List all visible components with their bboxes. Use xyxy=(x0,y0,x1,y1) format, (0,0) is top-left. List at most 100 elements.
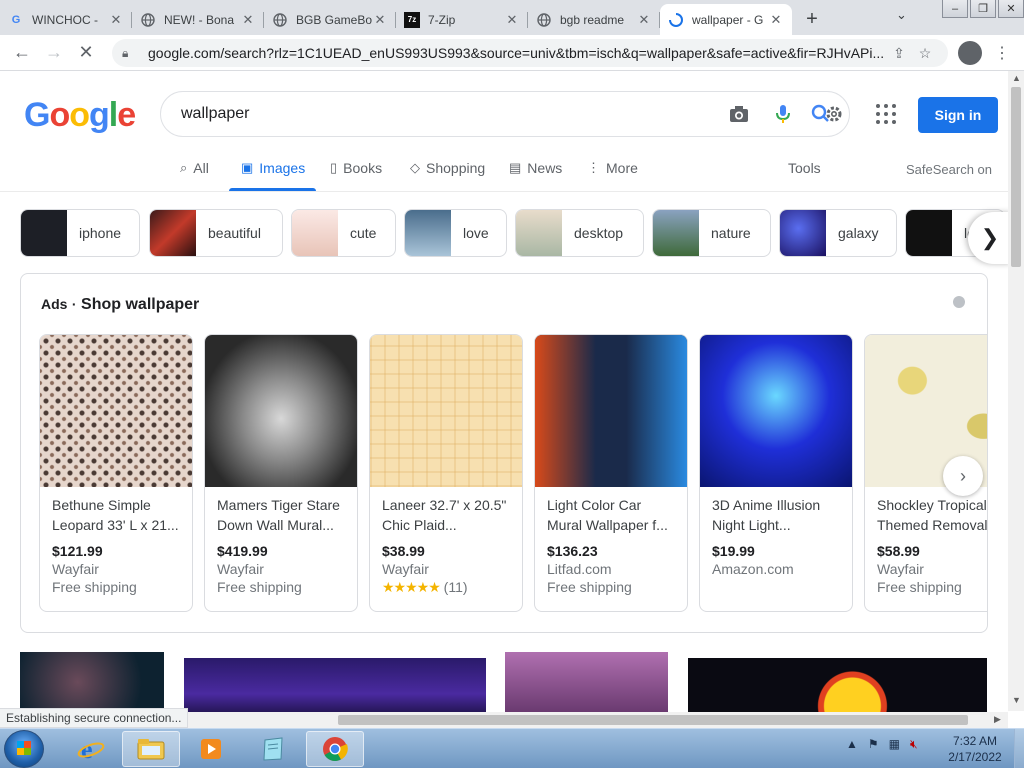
product-store: Wayfair xyxy=(217,561,264,577)
network-icon[interactable]: ▦ xyxy=(889,737,900,752)
search-nav-tabs: ⌕ All ▣ Images ▯ Books ◇ Shopping ▤ News ⋮ Mor… xyxy=(0,150,1008,192)
google-apps-icon[interactable] xyxy=(876,104,896,124)
show-hidden-icons-icon[interactable]: ▲ xyxy=(846,737,858,752)
tab-search-icon[interactable]: ⌄ xyxy=(896,7,907,23)
result-image[interactable] xyxy=(184,658,486,718)
maximize-button[interactable]: ❐ xyxy=(970,0,996,18)
product-image xyxy=(535,335,687,487)
close-icon[interactable]: ✕ xyxy=(372,12,388,28)
search-box[interactable]: wallpaper xyxy=(160,91,850,137)
share-icon[interactable]: ⇪ xyxy=(886,45,912,62)
product-card[interactable]: 3D Anime Illusion Night Light... $19.99 … xyxy=(699,334,853,612)
product-price: $419.99 xyxy=(217,543,268,559)
search-input[interactable]: wallpaper xyxy=(181,105,717,123)
system-tray: ▲ ⚑ ▦ 🔇︎ xyxy=(846,737,918,752)
tab-news[interactable]: ▤ News xyxy=(509,160,562,176)
product-price: $19.99 xyxy=(712,543,755,559)
close-icon[interactable]: ✕ xyxy=(240,12,256,28)
product-title: Light Color Car Mural Wallpaper f... xyxy=(547,497,668,533)
vertical-scrollbar[interactable]: ▲ ▼ xyxy=(1008,71,1024,711)
tab-books[interactable]: ▯ Books xyxy=(330,160,382,176)
product-title: 3D Anime Illusion Night Light... xyxy=(712,497,821,533)
info-icon[interactable] xyxy=(953,296,965,308)
product-store: Litfad.com xyxy=(547,561,612,577)
clock[interactable]: 7:32 AM 2/17/2022 xyxy=(940,733,1010,765)
result-image[interactable] xyxy=(20,652,164,712)
tab-more[interactable]: ⋮ More xyxy=(587,160,638,176)
tab-shopping[interactable]: ◇ Shopping xyxy=(410,160,485,176)
file-explorer-icon[interactable] xyxy=(122,731,180,767)
close-icon[interactable]: ✕ xyxy=(504,12,520,28)
browser-menu-icon[interactable]: ⋮ xyxy=(994,43,1010,63)
product-card[interactable]: Mamers Tiger Stare Down Wall Mural... $4… xyxy=(204,334,358,612)
close-window-button[interactable]: ✕ xyxy=(998,0,1024,18)
browser-tab[interactable]: bgb readme ✕ xyxy=(528,4,660,35)
chip-thumbnail xyxy=(21,210,67,256)
back-icon[interactable]: ← xyxy=(6,37,38,69)
chip-love[interactable]: love xyxy=(404,209,507,257)
profile-avatar-icon[interactable] xyxy=(958,41,982,65)
lock-icon[interactable]: 🔒︎ xyxy=(122,46,138,61)
stop-loading-icon[interactable]: ✕ xyxy=(70,37,102,69)
browser-tab[interactable]: 7z 7-Zip ✕ xyxy=(396,4,528,35)
address-bar[interactable]: 🔒︎ google.com/search?rlz=1C1UEAD_enUS993… xyxy=(112,39,948,67)
show-desktop-button[interactable] xyxy=(1014,729,1024,768)
product-shipping: Free shipping xyxy=(547,579,632,595)
chrome-icon[interactable] xyxy=(306,731,364,767)
browser-tab[interactable]: G WINCHOC - ✕ xyxy=(0,4,132,35)
flag-icon[interactable]: ⚑ xyxy=(868,737,879,752)
product-price: $136.23 xyxy=(547,543,598,559)
chip-thumbnail xyxy=(653,210,699,256)
url-text[interactable]: google.com/search?rlz=1C1UEAD_enUS993US9… xyxy=(148,45,886,61)
result-image[interactable] xyxy=(688,658,987,718)
image-icon: ▣ xyxy=(241,160,254,175)
sign-in-button[interactable]: Sign in xyxy=(918,97,998,133)
browser-tab[interactable]: NEW! - Bona ✕ xyxy=(132,4,264,35)
chip-iphone[interactable]: iphone xyxy=(20,209,140,257)
volume-muted-icon[interactable]: 🔇︎ xyxy=(910,737,918,752)
chip-nature[interactable]: nature xyxy=(652,209,771,257)
browser-tab[interactable]: BGB GameBo ✕ xyxy=(264,4,396,35)
camera-icon[interactable] xyxy=(717,105,761,123)
close-icon[interactable]: ✕ xyxy=(768,12,784,28)
close-icon[interactable]: ✕ xyxy=(636,12,652,28)
tools-button[interactable]: Tools xyxy=(788,160,821,176)
microphone-icon[interactable] xyxy=(761,104,805,124)
chip-galaxy[interactable]: galaxy xyxy=(779,209,897,257)
forward-icon[interactable]: → xyxy=(38,37,70,69)
tab-all[interactable]: ⌕ All xyxy=(180,160,209,176)
globe-icon xyxy=(272,12,288,28)
chip-cute[interactable]: cute xyxy=(291,209,396,257)
chip-label: galaxy xyxy=(838,225,879,241)
browser-window: { "browser": { "tabs": [ {"title": "WINC… xyxy=(0,0,1024,768)
search-settings-icon[interactable] xyxy=(805,103,849,125)
safesearch-status[interactable]: SafeSearch on xyxy=(906,162,992,177)
product-card[interactable]: Bethune Simple Leopard 33' L x 21... $12… xyxy=(39,334,193,612)
chip-beautiful[interactable]: beautiful xyxy=(149,209,283,257)
chip-thumbnail xyxy=(780,210,826,256)
chevron-right-icon[interactable]: ❯ xyxy=(968,212,1012,264)
tab-images[interactable]: ▣ Images xyxy=(241,160,305,176)
browser-tab-active[interactable]: wallpaper - G ✕ xyxy=(660,4,792,35)
windows-taskbar: e ▲ ⚑ ▦ 🔇︎ 7:32 AM 2/17/2022 xyxy=(0,728,1024,768)
google-doodle-logo[interactable]: Google xyxy=(24,96,136,135)
product-shipping: Free shipping xyxy=(217,579,302,595)
product-title: Mamers Tiger Stare Down Wall Mural... xyxy=(217,497,340,533)
notepad-icon[interactable] xyxy=(244,731,302,767)
chip-desktop[interactable]: desktop xyxy=(515,209,644,257)
product-card[interactable]: Laneer 32.7' x 20.5" Chic Plaid... $38.9… xyxy=(369,334,523,612)
chevron-right-icon[interactable]: › xyxy=(943,456,983,496)
minimize-button[interactable]: – xyxy=(942,0,968,18)
chip-label: desktop xyxy=(574,225,624,241)
product-card[interactable]: Light Color Car Mural Wallpaper f... $13… xyxy=(534,334,688,612)
product-price: $58.99 xyxy=(877,543,920,559)
close-icon[interactable]: ✕ xyxy=(108,12,124,28)
media-player-icon[interactable] xyxy=(182,731,240,767)
star-icon[interactable]: ☆ xyxy=(912,45,938,62)
tab-title: wallpaper - G xyxy=(692,12,764,27)
new-tab-button[interactable]: + xyxy=(798,5,826,33)
internet-explorer-icon[interactable]: e xyxy=(62,731,120,767)
result-image[interactable] xyxy=(505,652,668,712)
start-button[interactable] xyxy=(4,730,44,768)
tab-title: bgb readme xyxy=(560,12,625,27)
